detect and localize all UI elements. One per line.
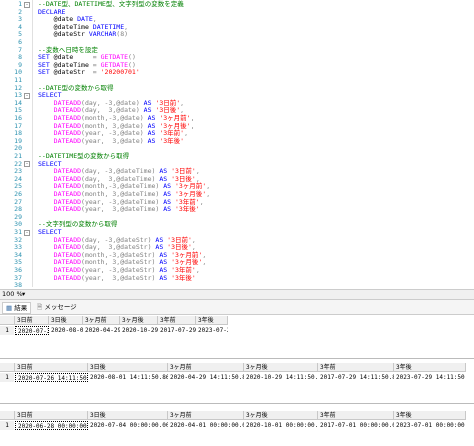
code-token: AS xyxy=(143,136,160,145)
line-number-gutter: 1-2 3 4 5 6 7 8 9 10 11 12 13-14 15 16 17 18 19 20 21 22-23… xyxy=(0,0,33,287)
sql-editor[interactable]: 1-2 3 4 5 6 7 8 9 10 11 12 13-14 15 16 17 18 19 20 21 22-23… xyxy=(0,0,474,287)
grid-cell[interactable]: 2020-04-29 14:11:50.863 xyxy=(168,373,244,382)
column-header[interactable]: 3日前 xyxy=(15,316,49,325)
row-header-corner xyxy=(0,316,15,325)
grid-cell[interactable]: 2017-07-29 xyxy=(158,326,196,335)
grid-cell[interactable]: 2020-04-29 xyxy=(83,326,120,335)
grid-cell[interactable]: 2023-07-29 xyxy=(196,326,228,335)
code-token: AS xyxy=(155,273,172,282)
code-token: @dateStr xyxy=(49,68,93,77)
grid-cell[interactable]: 2020-10-29 14:11:50.863 xyxy=(244,373,318,382)
code-token: 3,@dateStr) xyxy=(108,273,156,282)
column-header[interactable]: 3年後 xyxy=(196,316,228,325)
row-number[interactable]: 1 xyxy=(0,373,14,382)
row-number[interactable]: 1 xyxy=(0,326,14,335)
grid-cell[interactable]: 2020-06-28 00:00:00.000 xyxy=(15,421,88,430)
code-token: (year, xyxy=(81,136,109,145)
code-token: (year, xyxy=(81,205,109,214)
code-token: '3年後' xyxy=(171,273,196,282)
code-token: 3,@date) xyxy=(108,136,144,145)
grid-cell[interactable]: 2020-07-26 xyxy=(15,326,49,335)
code-token: '20200701' xyxy=(100,68,140,77)
code-line: DATEADD(year, 3,@dateTime) AS '3年後' xyxy=(38,205,200,214)
grid-icon: ▦ xyxy=(6,304,13,312)
grid-cell[interactable]: 2023-07-29 14:11:50.863 xyxy=(394,373,466,382)
column-header[interactable]: 3日前 xyxy=(15,411,88,420)
code-token: 3,@dateTime) xyxy=(108,205,160,214)
grid-separator xyxy=(0,403,474,404)
tab-messages-label: メッセージ xyxy=(44,303,77,311)
tab-messages[interactable]: 🗎 メッセージ xyxy=(34,302,80,312)
message-icon: 🗎 xyxy=(37,303,43,311)
column-header[interactable]: 3ヶ月前 xyxy=(168,411,244,420)
chevron-down-icon[interactable]: ▾ xyxy=(22,290,25,299)
code-token: (8) xyxy=(116,30,129,39)
code-token: DATEADD xyxy=(38,136,82,145)
column-header[interactable]: 3日後 xyxy=(88,411,168,420)
column-header[interactable]: 3ヶ月前 xyxy=(168,363,244,372)
code-line: SET @dateStr = '20200701' xyxy=(38,69,140,77)
fold-toggle-icon[interactable]: - xyxy=(24,229,30,236)
tab-results-label: 結果 xyxy=(14,304,28,312)
column-header[interactable]: 3年前 xyxy=(318,363,394,372)
grid-cell[interactable]: 2020-08-01 14:11:50.863 xyxy=(88,373,168,382)
code-token: @dateStr xyxy=(38,30,89,39)
zoom-level[interactable]: 100 % xyxy=(2,290,23,299)
grid-cell[interactable]: 2020-08-01 xyxy=(49,326,83,335)
column-header[interactable]: 3日前 xyxy=(15,363,88,372)
result-grid-string[interactable]: 3日前 3日後 3ヶ月前 3ヶ月後 3年前 3年後 1 2020-06-28 00:00:00… xyxy=(0,411,474,433)
code-line: @dateStr VARCHAR(8) xyxy=(38,31,128,39)
code-token: DATEADD xyxy=(38,273,82,282)
column-header[interactable]: 3ヶ月前 xyxy=(83,316,120,325)
code-token: (year, xyxy=(81,273,109,282)
result-grid-date[interactable]: 3日前3日後3ヶ月前3ヶ月後3年前3年後 12020-07-262020-08-0… xyxy=(0,316,474,338)
code-token: = xyxy=(92,68,101,77)
grid-cell[interactable]: 2020-10-29 xyxy=(120,326,158,335)
code-line: DATEADD(year, 3,@date) AS '3年後' xyxy=(38,136,185,146)
code-token: AS xyxy=(159,205,175,214)
code-token: , xyxy=(195,266,200,274)
fold-toggle-icon[interactable]: - xyxy=(24,93,30,99)
code-token: '3年後' xyxy=(159,136,185,145)
code-token: DATEADD xyxy=(38,205,82,214)
grid-cell[interactable]: 2020-07-26 14:11:50.863 xyxy=(15,373,88,382)
code-token: , xyxy=(190,121,195,130)
code-token: , xyxy=(202,258,207,267)
grid-cell[interactable]: 2023-07-01 00:00:00.000 xyxy=(394,421,466,430)
code-token: , xyxy=(199,197,204,206)
column-header[interactable]: 3年前 xyxy=(318,411,394,420)
zoom-bar: 100 % ▾ xyxy=(0,289,474,300)
code-token: '3年後' xyxy=(174,205,200,214)
column-header[interactable]: 3年後 xyxy=(394,363,466,372)
fold-toggle-icon[interactable]: - xyxy=(24,1,30,8)
code-token: VARCHAR xyxy=(88,30,117,39)
grid-cell[interactable]: 2020-07-04 00:00:00.000 xyxy=(88,421,168,430)
result-grid-datetime[interactable]: 3日前 3日後 3ヶ月前 3ヶ月後 3年前 3年後 1 2020-07-26 14:11:50… xyxy=(0,363,474,385)
code-token: SET xyxy=(38,68,50,77)
grid-separator xyxy=(0,358,474,359)
line-number: 38 xyxy=(14,281,22,287)
row-header-corner xyxy=(0,363,15,372)
grid-cell[interactable]: 2020-04-01 00:00:00.000 xyxy=(168,421,244,430)
results-tabs: ▦ 結果 🗎 メッセージ xyxy=(0,300,474,315)
grid-cell[interactable]: 2017-07-29 14:11:50.863 xyxy=(318,373,394,382)
grid-cell[interactable]: 2017-07-01 00:00:00.000 xyxy=(318,421,394,430)
column-header[interactable]: 3年後 xyxy=(394,411,466,420)
code-token: , xyxy=(206,190,211,198)
grid-cell[interactable]: 2020-10-01 00:00:00.000 xyxy=(244,421,318,430)
column-header[interactable]: 3ヶ月後 xyxy=(244,411,318,420)
column-header[interactable]: 3日後 xyxy=(49,316,83,325)
column-header[interactable]: 3年前 xyxy=(158,316,196,325)
column-header[interactable]: 3ヶ月後 xyxy=(120,316,158,325)
column-header[interactable]: 3ヶ月後 xyxy=(244,363,318,372)
fold-toggle-icon[interactable]: - xyxy=(24,161,30,168)
code-token: , xyxy=(184,129,189,138)
row-header-corner xyxy=(0,411,15,420)
code-line: DATEADD(year, 3,@dateStr) AS '3年後' xyxy=(38,273,196,283)
column-header[interactable]: 3日後 xyxy=(88,363,168,372)
row-number[interactable]: 1 xyxy=(0,421,14,430)
tab-results[interactable]: ▦ 結果 xyxy=(2,302,32,314)
